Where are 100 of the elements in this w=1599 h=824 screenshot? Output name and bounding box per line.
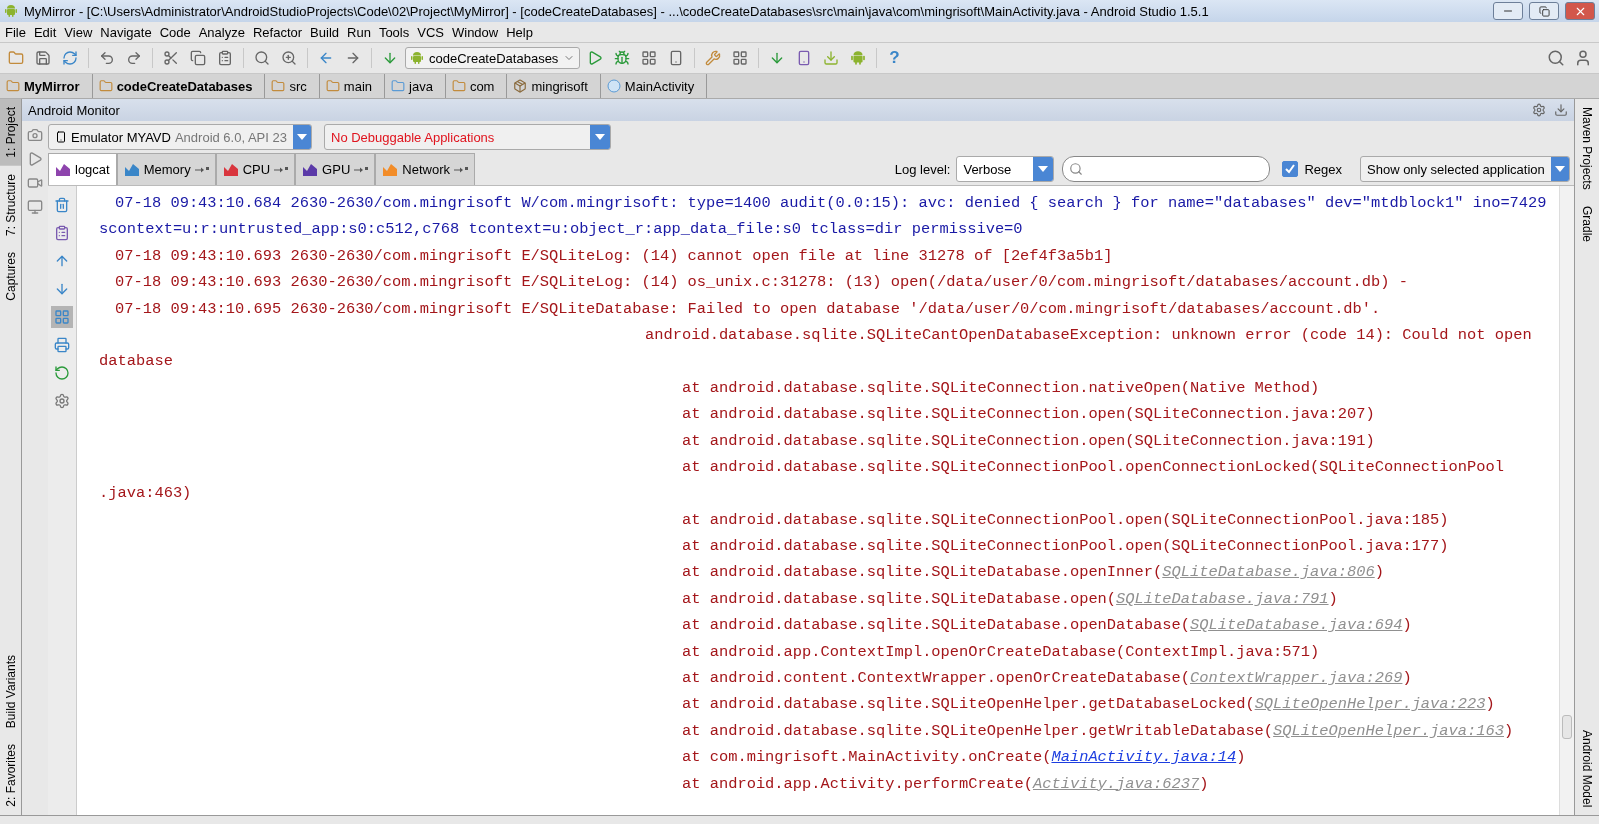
tool-window-tab[interactable]: Gradle: [1575, 197, 1599, 250]
device-dropdown[interactable]: Emulator MYAVD Android 6.0, API 23: [48, 124, 312, 150]
phone-icon: [55, 131, 67, 143]
redo-icon[interactable]: [126, 50, 142, 66]
dropdown-arrow-icon[interactable]: [297, 134, 307, 140]
menu-item[interactable]: Tools: [376, 24, 416, 40]
pin-icon[interactable]: [194, 165, 209, 174]
pin-icon[interactable]: [453, 165, 468, 174]
filter-dropdown[interactable]: Show only selected application: [1360, 156, 1570, 182]
tool-window-tab[interactable]: Build Variants: [0, 647, 21, 737]
tool-window-tab[interactable]: 2: Favorites: [0, 736, 21, 815]
video-icon[interactable]: [27, 175, 43, 191]
search-icon[interactable]: [254, 50, 270, 66]
grid-icon[interactable]: [732, 50, 749, 66]
breadcrumb-item[interactable]: main: [323, 74, 385, 98]
monitor-tab[interactable]: logcat: [48, 153, 117, 185]
monitor-tab[interactable]: CPU: [215, 153, 296, 185]
log-line: at android.database.sqlite.SQLiteDatabase.open(SQLiteDatabase.java:791): [681, 588, 1339, 610]
trash-icon[interactable]: [54, 197, 70, 213]
clipboard-icon[interactable]: [54, 225, 70, 241]
app-dropdown[interactable]: No Debuggable Applications: [324, 124, 611, 150]
breadcrumb-item[interactable]: src: [269, 74, 320, 98]
wrench-icon[interactable]: [705, 50, 722, 66]
breadcrumb-item[interactable]: com: [449, 74, 508, 98]
restart-icon[interactable]: [54, 365, 70, 381]
monitor-tab[interactable]: GPU: [295, 153, 376, 185]
menu-item[interactable]: VCS: [415, 24, 450, 40]
tool-window-tab[interactable]: 7: Structure: [0, 165, 21, 244]
minimize-button[interactable]: [1493, 2, 1523, 20]
close-button[interactable]: [1565, 2, 1595, 20]
tool-window-tab[interactable]: 1: Project: [0, 99, 21, 166]
pin-icon[interactable]: [354, 165, 369, 174]
menu-item[interactable]: Run: [345, 24, 377, 40]
dropdown-arrow-icon[interactable]: [1554, 166, 1565, 172]
monitor-tab[interactable]: Memory: [116, 153, 216, 185]
settings-icon[interactable]: [54, 393, 70, 409]
zoom-icon[interactable]: [281, 50, 297, 66]
menu-item[interactable]: File: [3, 24, 32, 40]
breadcrumb-item[interactable]: codeCreateDatabases: [96, 74, 266, 98]
scrollbar-thumb[interactable]: [1562, 715, 1572, 739]
folder-icon: [271, 79, 286, 93]
menu-item[interactable]: Code: [157, 24, 197, 40]
paste-icon[interactable]: [217, 50, 233, 66]
scrollbar[interactable]: [1559, 186, 1574, 815]
log-line: 07-18 09:43:10.693 2630-2630/com.mingrisoft E/SQLiteLog: (14) cannot open file at line 31278 of [2ef4f3a5b1]: [114, 245, 1114, 267]
run-icon[interactable]: [587, 50, 604, 66]
android-icon: [410, 51, 424, 65]
log-level-label: Log level:: [894, 161, 951, 177]
folder-icon[interactable]: [8, 50, 24, 66]
bug-icon[interactable]: [614, 50, 631, 66]
dropdown-arrow-icon[interactable]: [595, 134, 605, 140]
user-icon[interactable]: [1574, 49, 1592, 67]
menu-item[interactable]: View: [62, 24, 99, 40]
sync-icon[interactable]: [62, 50, 78, 66]
log-line: at android.database.sqlite.SQLiteOpenHelper.getDatabaseLocked(SQLiteOpenHelper.java:223): [681, 694, 1496, 716]
play-icon[interactable]: [27, 151, 43, 167]
dropdown-arrow-icon[interactable]: [1038, 166, 1049, 172]
log-line: at android.database.sqlite.SQLiteConnectionPool.open(SQLiteConnectionPool.java:185): [681, 509, 1450, 531]
grid-icon[interactable]: [641, 50, 658, 66]
menu-item[interactable]: Refactor: [250, 24, 309, 40]
monitor-icon[interactable]: [27, 199, 43, 215]
copy-icon[interactable]: [190, 50, 206, 66]
pin-icon[interactable]: [274, 165, 289, 174]
breadcrumb-item[interactable]: MainActivity: [604, 74, 708, 98]
tool-window-tab[interactable]: Android Model: [1575, 721, 1599, 815]
menu-item[interactable]: Window: [449, 24, 505, 40]
forward-icon[interactable]: [345, 50, 361, 66]
menu-item[interactable]: Navigate: [98, 24, 158, 40]
tool-window-tab[interactable]: Captures: [0, 243, 21, 309]
download-icon[interactable]: [823, 50, 840, 66]
monitor-tab[interactable]: Network: [375, 153, 475, 185]
settings-icon[interactable]: [1532, 103, 1546, 117]
menu-item[interactable]: Build: [308, 24, 345, 40]
undo-icon[interactable]: [99, 50, 115, 66]
menu-item[interactable]: Edit: [31, 24, 63, 40]
cut-icon[interactable]: [163, 50, 179, 66]
search-field[interactable]: [1062, 156, 1271, 182]
up-arrow-icon[interactable]: [54, 253, 70, 269]
folder-icon: [6, 79, 20, 93]
breadcrumb-item[interactable]: java: [389, 74, 446, 98]
regex-checkbox[interactable]: [1282, 161, 1299, 177]
class-icon: [606, 79, 621, 93]
menu-item[interactable]: Help: [504, 24, 539, 40]
save-icon[interactable]: [35, 50, 51, 66]
menu-item[interactable]: Analyze: [196, 24, 251, 40]
search-icon: [1069, 162, 1084, 176]
log-line: at android.database.sqlite.SQLiteDatabase.openInner(SQLiteDatabase.java:806): [681, 562, 1385, 584]
log-level-dropdown[interactable]: Verbose: [956, 156, 1055, 182]
run-configuration-dropdown[interactable]: codeCreateDatabases: [405, 47, 581, 69]
breadcrumb-item[interactable]: MyMirror: [4, 74, 93, 98]
breadcrumb-item[interactable]: mingrisoft: [511, 74, 601, 98]
search-icon[interactable]: [1547, 49, 1565, 67]
restore-button[interactable]: [1529, 2, 1559, 20]
hide-icon[interactable]: [1554, 103, 1568, 117]
tool-window-tab[interactable]: Maven Projects: [1575, 99, 1599, 198]
source-link[interactable]: MainActivity.java:14: [1051, 748, 1237, 767]
back-icon[interactable]: [318, 50, 334, 66]
camera-icon[interactable]: [27, 127, 43, 143]
print-icon[interactable]: [54, 337, 70, 353]
down-arrow-icon[interactable]: [54, 281, 70, 297]
